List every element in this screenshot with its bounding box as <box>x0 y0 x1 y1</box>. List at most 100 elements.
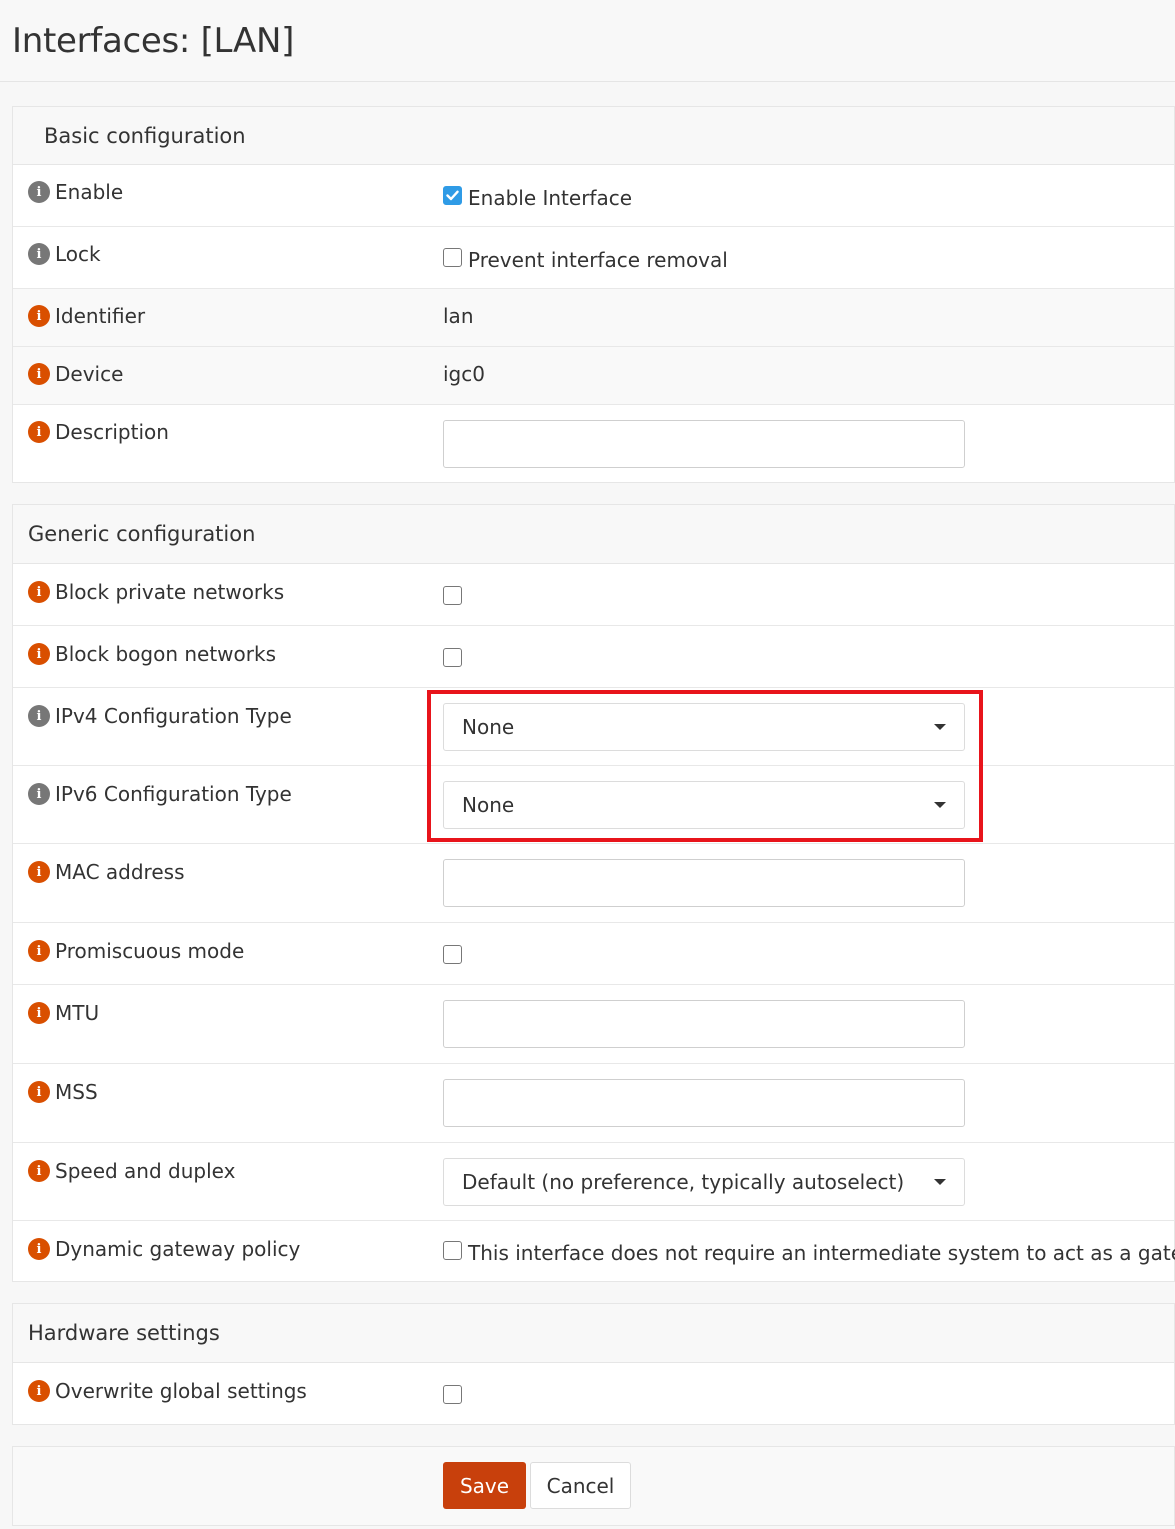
row-enable: i Enable Enable Interface <box>13 165 1174 227</box>
overwrite-global-settings-checkbox[interactable] <box>443 1385 462 1404</box>
info-icon[interactable]: i <box>28 421 50 443</box>
label-mac-address: i MAC address <box>13 844 443 922</box>
ipv6-type-value: None <box>443 766 1174 843</box>
label-text: MSS <box>55 1080 98 1104</box>
info-icon[interactable]: i <box>28 705 50 727</box>
label-mtu: i MTU <box>13 985 443 1063</box>
cancel-button[interactable]: Cancel <box>530 1462 631 1509</box>
speed-duplex-select[interactable]: Default (no preference, typically autose… <box>443 1158 965 1206</box>
enable-value: Enable Interface <box>443 165 1174 226</box>
info-icon[interactable]: i <box>28 861 50 883</box>
label-text: Block private networks <box>55 580 285 604</box>
label-overwrite-global: i Overwrite global settings <box>13 1363 443 1424</box>
info-icon[interactable]: i <box>28 305 50 327</box>
info-icon[interactable]: i <box>28 363 50 385</box>
label-text: Promiscuous mode <box>55 939 245 963</box>
info-icon[interactable]: i <box>28 243 50 265</box>
lock-value: Prevent interface removal <box>443 227 1174 288</box>
caret-down-icon <box>934 802 946 808</box>
block-private-networks-checkbox[interactable] <box>443 586 462 605</box>
row-device: i Device igc0 <box>13 347 1174 405</box>
page-header: Interfaces: [LAN] <box>0 0 1175 82</box>
actions-spacer <box>13 1447 443 1525</box>
info-icon[interactable]: i <box>28 643 50 665</box>
label-identifier: i Identifier <box>13 289 443 346</box>
row-speed-duplex: i Speed and duplex Default (no preferenc… <box>13 1143 1174 1221</box>
label-description: i Description <box>13 405 443 483</box>
select-value: None <box>462 793 515 817</box>
mac-address-input[interactable] <box>443 859 965 907</box>
page-title: Interfaces: [LAN] <box>12 21 295 61</box>
caret-down-icon <box>934 724 946 730</box>
identifier-text: lan <box>443 304 474 328</box>
info-icon[interactable]: i <box>28 1002 50 1024</box>
row-description: i Description <box>13 405 1174 483</box>
description-input[interactable] <box>443 420 965 468</box>
actions-buttons: Save Cancel <box>443 1447 1174 1525</box>
label-text: Identifier <box>55 304 146 328</box>
label-text: Device <box>55 362 124 386</box>
select-value: None <box>462 715 515 739</box>
mtu-input[interactable] <box>443 1000 965 1048</box>
label-text: Overwrite global settings <box>55 1379 307 1403</box>
row-dynamic-gateway: i Dynamic gateway policy This interface … <box>13 1221 1175 1283</box>
label-text: Enable <box>55 180 124 204</box>
label-text: IPv6 Configuration Type <box>55 782 292 806</box>
mtu-value <box>443 985 1174 1063</box>
ipv4-type-value: None <box>443 688 1174 765</box>
ipv6-configuration-type-select[interactable]: None <box>443 781 965 829</box>
block-private-value <box>443 564 1174 625</box>
prevent-interface-removal-checkbox[interactable] <box>443 248 462 267</box>
panel-title: Basic configuration <box>44 123 246 148</box>
info-icon[interactable]: i <box>28 581 50 603</box>
label-text: Dynamic gateway policy <box>55 1237 301 1261</box>
prevent-interface-removal-label[interactable]: Prevent interface removal <box>468 248 728 272</box>
row-block-private: i Block private networks <box>13 564 1174 626</box>
generic-configuration-panel: Generic configuration i Block private ne… <box>12 504 1175 1282</box>
label-ipv4-type: i IPv4 Configuration Type <box>13 688 443 765</box>
label-ipv6-type: i IPv6 Configuration Type <box>13 766 443 843</box>
mss-input[interactable] <box>443 1079 965 1127</box>
hardware-settings-heading: Hardware settings <box>13 1304 1174 1363</box>
info-icon[interactable]: i <box>28 1380 50 1402</box>
block-bogon-networks-checkbox[interactable] <box>443 648 462 667</box>
save-button[interactable]: Save <box>443 1462 526 1509</box>
label-text: MAC address <box>55 860 185 884</box>
label-mss: i MSS <box>13 1064 443 1142</box>
label-enable: i Enable <box>13 165 443 226</box>
generic-configuration-heading: Generic configuration <box>13 505 1174 564</box>
device-value: igc0 <box>443 347 1174 404</box>
dynamic-gateway-checkbox[interactable] <box>443 1241 462 1260</box>
basic-configuration-heading: Basic configuration <box>13 107 1174 165</box>
row-promiscuous: i Promiscuous mode <box>13 923 1174 985</box>
info-icon[interactable]: i <box>28 940 50 962</box>
label-text: Lock <box>55 242 101 266</box>
row-mss: i MSS <box>13 1064 1174 1143</box>
dynamic-gateway-option-label[interactable]: This interface does not require an inter… <box>468 1241 1175 1265</box>
promiscuous-mode-checkbox[interactable] <box>443 945 462 964</box>
row-mac-address: i MAC address <box>13 844 1174 923</box>
info-icon[interactable]: i <box>28 1160 50 1182</box>
row-lock: i Lock Prevent interface removal <box>13 227 1174 289</box>
actions-panel: Save Cancel <box>12 1446 1175 1526</box>
ipv4-configuration-type-select[interactable]: None <box>443 703 965 751</box>
label-block-bogon: i Block bogon networks <box>13 626 443 687</box>
panel-title: Generic configuration <box>28 522 256 546</box>
overwrite-global-value <box>443 1363 1174 1424</box>
info-icon[interactable]: i <box>28 1081 50 1103</box>
enable-interface-label[interactable]: Enable Interface <box>468 186 632 210</box>
checkmark-icon <box>446 190 459 201</box>
info-icon[interactable]: i <box>28 783 50 805</box>
label-text: Description <box>55 420 169 444</box>
info-icon[interactable]: i <box>28 181 50 203</box>
caret-down-icon <box>934 1179 946 1185</box>
dynamic-gateway-value: This interface does not require an inter… <box>443 1221 1175 1283</box>
select-value: Default (no preference, typically autose… <box>462 1170 905 1194</box>
hardware-settings-panel: Hardware settings i Overwrite global set… <box>12 1303 1175 1425</box>
row-overwrite-global: i Overwrite global settings <box>13 1363 1174 1424</box>
mss-value <box>443 1064 1174 1142</box>
enable-interface-checkbox[interactable] <box>443 186 462 205</box>
row-ipv6-type: i IPv6 Configuration Type None <box>13 766 1174 844</box>
label-block-private: i Block private networks <box>13 564 443 625</box>
info-icon[interactable]: i <box>28 1238 50 1260</box>
